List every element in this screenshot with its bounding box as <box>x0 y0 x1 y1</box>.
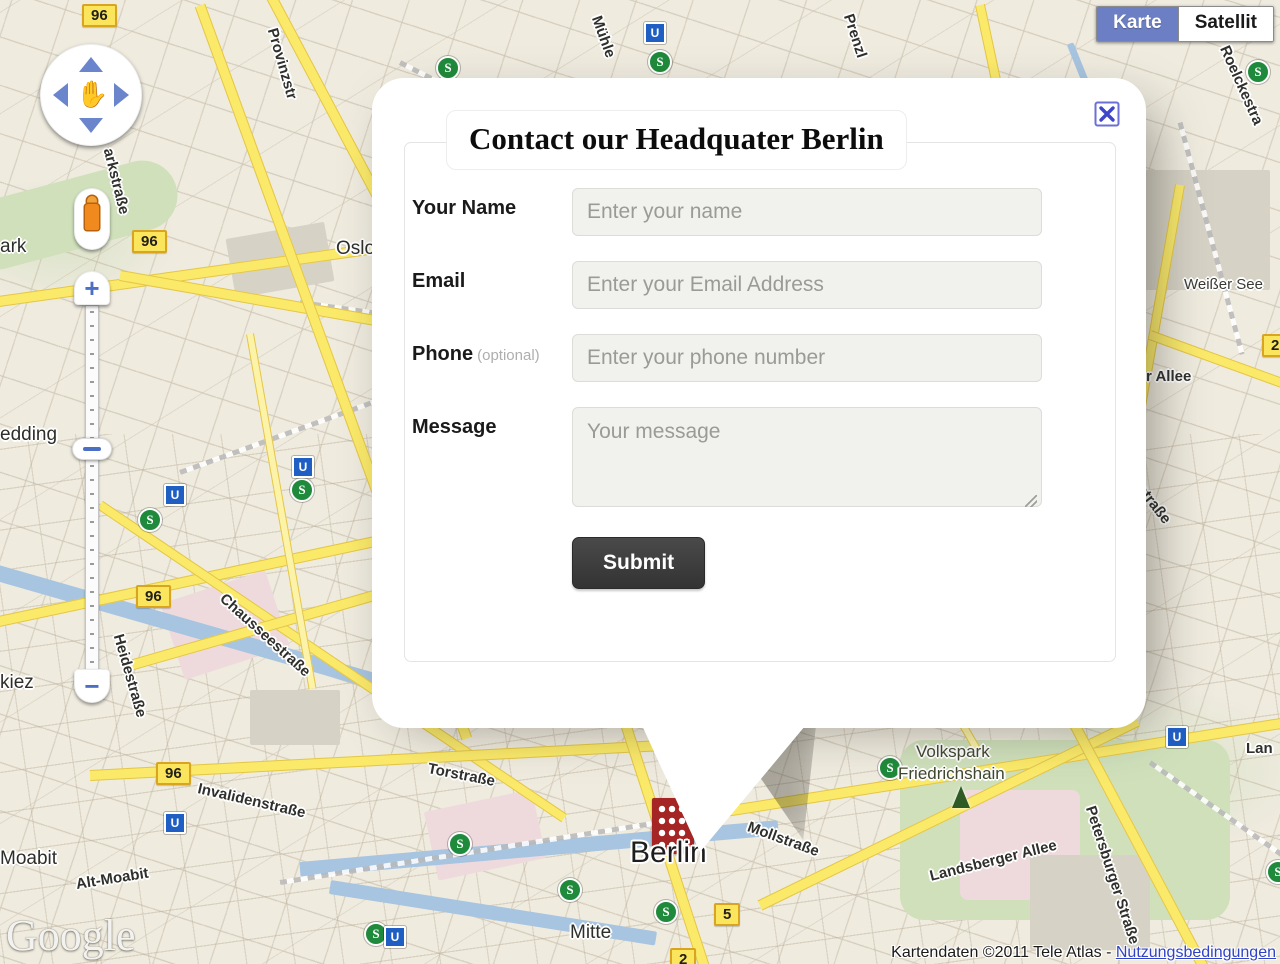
label-text: Your Name <box>412 197 517 219</box>
route-shield: 96 <box>82 4 117 27</box>
email-input[interactable] <box>572 261 1042 309</box>
map-building-block <box>250 690 340 745</box>
field-label-name: Your Name <box>412 188 572 220</box>
route-shield: 96 <box>132 230 167 253</box>
form-row-email: Email <box>412 261 1118 309</box>
bubble-title: Contact our Headquater Berlin <box>446 110 907 170</box>
sbahn-station-icon: S <box>448 832 472 856</box>
message-textarea-wrapper <box>572 407 1042 512</box>
sbahn-station-icon: S <box>558 878 582 902</box>
ubahn-station-icon: U <box>292 456 314 478</box>
map-area-label: Moabit <box>0 848 58 869</box>
field-label-phone: Phone (optional) <box>412 334 572 366</box>
form-row-phone: Phone (optional) <box>412 334 1118 382</box>
map-type-control[interactable]: Karte Satellit <box>1096 6 1274 42</box>
label-text: Phone <box>412 343 474 365</box>
map-area-label: Weißer See <box>1184 276 1263 293</box>
form-row-submit: Submit <box>412 537 1118 589</box>
zoom-in-label: + <box>84 273 100 303</box>
zoom-out-label: − <box>84 671 100 701</box>
map-attribution: Kartendaten ©2011 Tele Atlas - Nutzungsb… <box>891 944 1276 962</box>
field-label-email: Email <box>412 261 572 293</box>
contact-info-bubble: Contact our Headquater Berlin Your Name … <box>372 78 1146 728</box>
map-park-label: Volkspark <box>916 742 990 761</box>
sbahn-station-icon: S <box>436 56 460 80</box>
sbahn-station-icon: S <box>1246 60 1270 84</box>
form-row-message: Message <box>412 407 1118 512</box>
google-logo: Google <box>6 911 136 960</box>
map-type-karte-button[interactable]: Karte <box>1097 7 1178 41</box>
label-text: Email <box>412 270 466 292</box>
map-area-label: ark <box>0 236 27 257</box>
attribution-text: Kartendaten ©2011 Tele Atlas - <box>891 944 1116 961</box>
map-street-label: Lan <box>1246 740 1273 757</box>
terms-of-use-link[interactable]: Nutzungsbedingungen <box>1116 944 1276 961</box>
route-shield: 2 <box>1262 334 1280 357</box>
arrow-left-icon[interactable] <box>53 83 68 107</box>
map-page: 96 96 96 96 5 2 2 S S S S S S S S S S S … <box>0 0 1280 964</box>
street-view-pegman-icon[interactable] <box>74 188 110 250</box>
pegman-body <box>85 204 99 230</box>
map-area-label: edding <box>0 424 58 445</box>
route-shield: 2 <box>670 948 697 964</box>
form-row-name: Your Name <box>412 188 1118 236</box>
label-text: Message <box>412 416 497 438</box>
sbahn-station-icon: S <box>290 478 314 502</box>
city-marker-label: Berlin <box>630 836 707 869</box>
message-textarea[interactable] <box>572 407 1042 507</box>
sbahn-station-icon: S <box>654 900 678 924</box>
zoom-out-button[interactable]: − <box>74 669 110 703</box>
park-tree-icon <box>952 786 970 808</box>
arrow-down-icon[interactable] <box>79 118 103 133</box>
map-area-label: Mitte <box>570 922 612 943</box>
arrow-right-icon[interactable] <box>114 83 129 107</box>
phone-input[interactable] <box>572 334 1042 382</box>
zoom-slider-handle[interactable] <box>72 438 112 460</box>
zoom-slider-ticks <box>90 311 94 665</box>
contact-form: Your Name Email Phone(optional) Message <box>412 188 1118 614</box>
route-shield: 96 <box>156 762 191 785</box>
zoom-slider-track[interactable] <box>85 305 99 671</box>
map-area-label: Oslo <box>336 238 376 259</box>
field-label-message: Message <box>412 407 572 439</box>
map-area-label: kiez <box>0 672 34 693</box>
sbahn-station-icon: S <box>648 50 672 74</box>
ubahn-station-icon: U <box>164 812 186 834</box>
submit-button[interactable]: Submit <box>572 537 706 589</box>
arrow-up-icon[interactable] <box>79 57 103 72</box>
map-type-satellit-button[interactable]: Satellit <box>1177 7 1273 41</box>
sbahn-station-icon: S <box>138 508 162 532</box>
zoom-in-button[interactable]: + <box>74 271 110 305</box>
submit-spacer <box>412 537 572 546</box>
ubahn-station-icon: U <box>644 22 666 44</box>
phone-optional-note: (optional) <box>477 347 540 364</box>
route-shield: 5 <box>714 903 741 926</box>
close-icon[interactable] <box>1094 101 1120 127</box>
name-input[interactable] <box>572 188 1042 236</box>
map-park-label: Friedrichshain <box>898 764 1005 783</box>
open-hand-icon[interactable]: ✋ <box>76 78 108 110</box>
ubahn-station-icon: U <box>164 484 186 506</box>
pan-control[interactable]: ✋ <box>40 44 142 146</box>
ubahn-station-icon: U <box>1166 726 1188 748</box>
route-shield: 96 <box>136 585 171 608</box>
ubahn-station-icon: U <box>384 926 406 948</box>
